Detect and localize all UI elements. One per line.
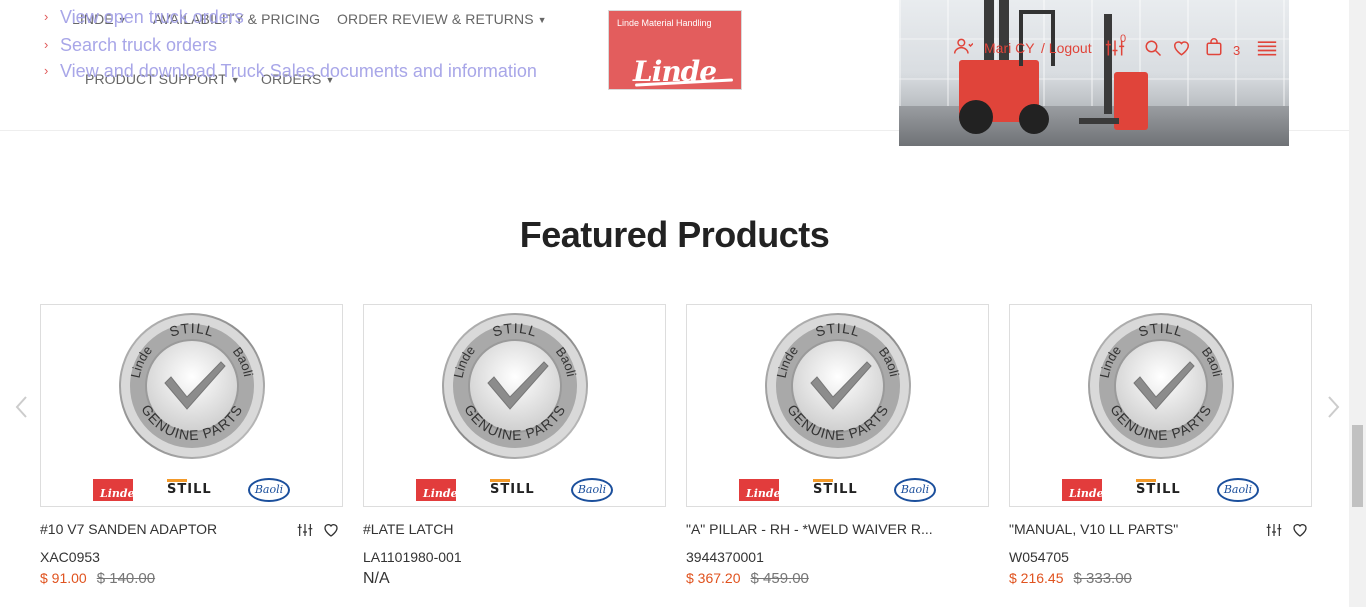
pallet-truck-body [1114,72,1148,130]
dropdown-link-label: View and download Truck Sales documents … [60,61,537,81]
forklift-wheel [1019,104,1049,134]
site-header: LINDE ▼ AVAILABILITY & PRICING ORDER REVI… [0,0,1349,146]
dropdown-link-search-orders[interactable]: › Search truck orders [44,35,217,56]
product-actions [297,522,343,540]
chevron-right-icon [1328,396,1340,418]
nav-order-review-label: ORDER REVIEW & RETURNS [337,11,534,27]
dropdown-link-open-orders[interactable]: › View open truck orders [44,7,244,28]
still-brand-logo: STILL [813,479,858,497]
product-name[interactable]: #10 V7 SANDEN ADAPTOR [40,521,300,537]
search-icon[interactable] [1144,39,1162,57]
product-price: $ 91.00 $ 140.00 [40,570,155,587]
chevron-left-icon [15,396,27,418]
product-name[interactable]: #LATE LATCH [363,521,623,537]
baoli-brand-logo: Baoli [1217,478,1259,502]
baoli-brand-logo: Baoli [894,478,936,502]
product-card[interactable]: STILL Linde Baoli GENUINE PARTS Linde ST… [363,304,666,587]
compare-icon[interactable] [297,522,313,538]
linde-brand-logo: Linde [93,479,135,501]
genuine-parts-badge: STILL Linde Baoli GENUINE PARTS [442,313,588,459]
product-price: $ 216.45 $ 333.00 [1009,570,1132,587]
forklift-wheel [959,100,993,134]
still-brand-logo: STILL [167,479,212,497]
product-card[interactable]: STILL Linde Baoli GENUINE PARTS Linde ST… [686,304,989,587]
chevron-down-icon: ▼ [537,15,547,25]
original-price: $ 140.00 [96,570,156,587]
baoli-brand-logo: Baoli [248,478,290,502]
product-name[interactable]: "A" PILLAR - RH - *WELD WAIVER R... [686,521,946,537]
heart-icon[interactable] [323,522,339,538]
linde-brand-logo: Linde [739,479,781,501]
chevron-right-icon: › [44,63,49,78]
compare-icon[interactable] [1266,522,1282,538]
logo-subtitle: Linde Material Handling [617,18,712,28]
heart-icon[interactable] [1292,522,1308,538]
compare-count: 0 [1120,33,1127,45]
user-icon[interactable] [953,36,974,56]
dropdown-link-label: View open truck orders [60,7,244,27]
carousel-next-button[interactable] [1323,395,1343,419]
genuine-parts-badge: STILL Linde Baoli GENUINE PARTS [1088,313,1234,459]
product-image[interactable]: STILL Linde Baoli GENUINE PARTS Linde ST… [1009,304,1312,507]
brand-logos: Linde STILL Baoli [364,477,665,503]
product-card[interactable]: STILL Linde Baoli GENUINE PARTS Linde ST… [40,304,343,587]
linde-brand-logo: Linde [416,479,458,501]
baoli-brand-logo: Baoli [571,478,613,502]
brand-logos: Linde STILL Baoli [687,477,988,503]
dropdown-link-documents[interactable]: › View and download Truck Sales documents… [44,61,537,82]
scrollbar-thumb[interactable] [1352,425,1363,507]
current-price: $ 91.00 [40,570,87,586]
page-scrollbar[interactable] [1349,0,1366,607]
pallet-truck-mast [1104,14,1112,114]
brand-logos: Linde STILL Baoli [41,477,342,503]
product-sku: 3944370001 [686,549,764,565]
original-price: $ 333.00 [1073,570,1132,587]
section-title: Featured Products [519,214,830,255]
product-image[interactable]: STILL Linde Baoli GENUINE PARTS Linde ST… [686,304,989,507]
menu-icon[interactable] [1257,39,1277,57]
banner-floor [899,106,1289,146]
product-image[interactable]: STILL Linde Baoli GENUINE PARTS Linde ST… [363,304,666,507]
product-sku: XAC0953 [40,549,100,565]
chevron-right-icon: › [44,9,49,24]
product-image[interactable]: STILL Linde Baoli GENUINE PARTS Linde ST… [40,304,343,507]
current-price: $ 367.20 [686,570,741,586]
still-brand-logo: STILL [1136,479,1181,497]
chevron-right-icon: › [44,37,49,52]
product-sku: LA1101980-001 [363,549,462,565]
cart-count: 3 [1233,43,1241,58]
product-price: $ 367.20 $ 459.00 [686,570,809,587]
price-unavailable: N/A [363,570,390,587]
header-banner-image [899,0,1289,146]
carousel-prev-button[interactable] [12,395,32,419]
cart-icon[interactable] [1205,37,1223,57]
user-name-link[interactable]: Mari CY [984,40,1035,64]
genuine-parts-badge: STILL Linde Baoli GENUINE PARTS [119,313,265,459]
product-price: N/A [363,570,390,588]
original-price: $ 459.00 [750,570,809,587]
page: LINDE ▼ AVAILABILITY & PRICING ORDER REVI… [0,0,1366,607]
brand-logos: Linde STILL Baoli [1010,477,1311,503]
dropdown-link-label: Search truck orders [60,35,218,55]
product-actions [1266,522,1312,540]
current-price: $ 216.45 [1009,570,1064,586]
product-card[interactable]: STILL Linde Baoli GENUINE PARTS Linde ST… [1009,304,1312,587]
product-sku: W054705 [1009,549,1069,565]
product-name[interactable]: "MANUAL, V10 LL PARTS" [1009,521,1269,537]
linde-brand-logo: Linde [1062,479,1104,501]
pallet-truck-forks [1079,118,1119,124]
user-name: Mari CY [984,40,1035,56]
genuine-parts-badge: STILL Linde Baoli GENUINE PARTS [765,313,911,459]
logout-link[interactable]: / Logout [1041,40,1092,64]
heart-icon[interactable] [1172,39,1191,57]
logout-label: / Logout [1041,40,1092,56]
linde-logo[interactable]: Linde Material Handling Linde [608,10,742,90]
nav-order-review[interactable]: ORDER REVIEW & RETURNS ▼ [337,11,547,27]
still-brand-logo: STILL [490,479,535,497]
